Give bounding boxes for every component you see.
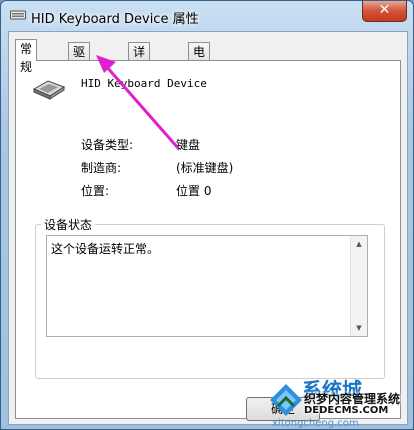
device-status-text: 这个设备运转正常。 xyxy=(51,242,160,256)
keyboard-icon xyxy=(32,80,66,100)
device-status-title: 设备状态 xyxy=(41,216,96,233)
scroll-up-icon[interactable]: ▲ xyxy=(351,236,367,252)
window-title: HID Keyboard Device 属性 xyxy=(31,12,199,27)
general-tab-panel: HID Keyboard Device 设备类型: 键盘 制造商: (标准键盘)… xyxy=(15,60,401,419)
title-bar[interactable]: HID Keyboard Device 属性 ✕ xyxy=(1,1,413,31)
tab-driver[interactable]: 驱动程序 xyxy=(68,42,91,113)
watermark-url: xitongcheng.com xyxy=(272,418,359,429)
site-watermark: 系统城 织梦内容管理系统 DEDECMS.COM xitongcheng.com xyxy=(258,374,414,430)
status-scrollbar[interactable]: ▲ ▼ xyxy=(350,236,367,336)
tab-power-management[interactable]: 电源管理 xyxy=(188,42,211,113)
device-name: HID Keyboard Device xyxy=(81,77,207,90)
site-logo-icon xyxy=(270,384,302,416)
manufacturer-value: (标准键盘) xyxy=(176,161,234,175)
device-type-label: 设备类型: xyxy=(81,138,134,152)
location-label: 位置: xyxy=(81,184,110,198)
location-value: 位置 0 xyxy=(176,184,212,198)
device-status-group: 设备状态 这个设备运转正常。 ▲ ▼ xyxy=(35,216,385,379)
keyboard-icon xyxy=(10,10,26,20)
scroll-down-icon[interactable]: ▼ xyxy=(351,320,367,336)
device-status-textbox[interactable]: 这个设备运转正常。 ▲ ▼ xyxy=(46,235,368,337)
dialog-client-area: 常规 驱动程序 详细信息 电源管理 HID Keyboard Device 设备… xyxy=(8,31,408,425)
watermark-line2: DEDECMS.COM xyxy=(304,405,389,416)
manufacturer-label: 制造商: xyxy=(81,161,122,175)
properties-window: HID Keyboard Device 属性 ✕ 常规 驱动程序 详细信息 电源… xyxy=(0,0,414,430)
close-icon: ✕ xyxy=(378,2,391,18)
tab-details[interactable]: 详细信息 xyxy=(128,42,151,113)
close-button[interactable]: ✕ xyxy=(362,1,407,22)
device-type-value: 键盘 xyxy=(176,138,201,152)
tab-general[interactable]: 常规 xyxy=(15,39,38,74)
